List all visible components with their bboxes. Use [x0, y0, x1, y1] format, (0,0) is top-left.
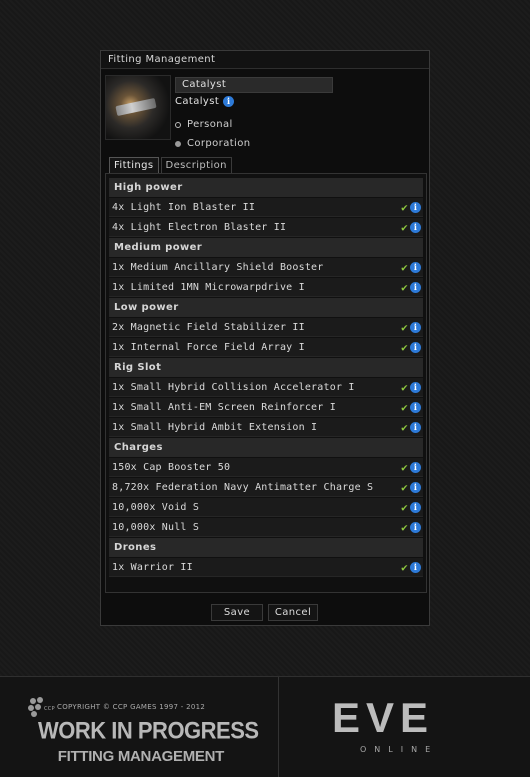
- tab-description[interactable]: Description: [160, 157, 232, 174]
- module-row[interactable]: 4x Light Ion Blaster II ✔ i: [109, 198, 423, 217]
- fitting-list[interactable]: High power 4x Light Ion Blaster II ✔ i 4x Li…: [105, 173, 427, 593]
- eve-logo: EVE: [332, 694, 435, 741]
- owner-radio-corporation[interactable]: Corporation: [175, 138, 250, 149]
- fitting-name-input[interactable]: Catalyst: [175, 77, 333, 93]
- section-header: Drones: [109, 538, 423, 557]
- info-icon[interactable]: i: [410, 222, 421, 233]
- info-icon[interactable]: i: [410, 202, 421, 213]
- footer: CCP COPYRIGHT © CCP GAMES 1997 - 2012 WO…: [0, 676, 530, 777]
- section-header: Rig Slot: [109, 358, 423, 377]
- wip-title: WORK IN PROGRESS: [38, 716, 259, 745]
- check-icon: ✔: [401, 521, 408, 534]
- module-row[interactable]: 1x Internal Force Field Array I ✔ i: [109, 338, 423, 357]
- module-label: 1x Small Hybrid Collision Accelerator I: [112, 382, 355, 393]
- owner-radio-personal[interactable]: Personal: [175, 119, 233, 130]
- check-icon: ✔: [401, 561, 408, 574]
- radio-personal-icon[interactable]: [175, 121, 181, 128]
- footer-divider: [278, 677, 279, 777]
- module-row[interactable]: 1x Small Anti-EM Screen Reinforcer I ✔ i: [109, 398, 423, 417]
- info-icon[interactable]: i: [410, 282, 421, 293]
- module-row[interactable]: 1x Small Hybrid Ambit Extension I ✔ i: [109, 418, 423, 437]
- check-icon: ✔: [401, 281, 408, 294]
- copyright-text: COPYRIGHT © CCP GAMES 1997 - 2012: [57, 703, 206, 711]
- ccp-logo-icon: CCP: [28, 697, 55, 717]
- check-icon: ✔: [401, 421, 408, 434]
- module-row[interactable]: 4x Light Electron Blaster II ✔ i: [109, 218, 423, 237]
- section-header: Low power: [109, 298, 423, 317]
- section-header: Charges: [109, 438, 423, 457]
- check-icon: ✔: [401, 401, 408, 414]
- info-icon[interactable]: i: [410, 562, 421, 573]
- check-icon: ✔: [401, 221, 408, 234]
- radio-corporation-icon[interactable]: [175, 140, 181, 147]
- check-icon: ✔: [401, 461, 408, 474]
- module-label: 4x Light Electron Blaster II: [112, 222, 287, 233]
- info-icon[interactable]: i: [410, 262, 421, 273]
- tab-bar: Fittings Description: [109, 157, 232, 174]
- module-label: 10,000x Void S: [112, 502, 200, 513]
- info-icon[interactable]: i: [410, 422, 421, 433]
- module-label: 1x Warrior II: [112, 562, 193, 573]
- info-icon[interactable]: i: [410, 482, 421, 493]
- fitting-management-window: Fitting Management Catalyst Catalyst i P…: [100, 50, 430, 626]
- info-icon[interactable]: i: [410, 522, 421, 533]
- module-row[interactable]: 8,720x Federation Navy Antimatter Charge…: [109, 478, 423, 497]
- ship-type-label: Catalyst: [175, 96, 220, 107]
- module-row[interactable]: 1x Small Hybrid Collision Accelerator I ✔…: [109, 378, 423, 397]
- info-icon[interactable]: i: [410, 462, 421, 473]
- module-row[interactable]: 2x Magnetic Field Stabilizer II ✔ i: [109, 318, 423, 337]
- window-title: Fitting Management: [101, 51, 429, 69]
- check-icon: ✔: [401, 341, 408, 354]
- copyright: CCP COPYRIGHT © CCP GAMES 1997 - 2012: [28, 697, 205, 717]
- module-label: 8,720x Federation Navy Antimatter Charge…: [112, 482, 374, 493]
- module-row[interactable]: 1x Medium Ancillary Shield Booster ✔ i: [109, 258, 423, 277]
- module-row[interactable]: 10,000x Null S ✔ i: [109, 518, 423, 537]
- eve-online-text: ONLINE: [360, 745, 439, 754]
- ship-type: Catalyst i: [175, 96, 235, 107]
- wip-subtitle: FITTING MANAGEMENT: [57, 748, 225, 765]
- ship-thumbnail: [105, 75, 171, 140]
- module-label: 150x Cap Booster 50: [112, 462, 231, 473]
- section-header: High power: [109, 178, 423, 197]
- module-label: 2x Magnetic Field Stabilizer II: [112, 322, 305, 333]
- radio-personal-label: Personal: [187, 119, 233, 130]
- module-label: 1x Internal Force Field Array I: [112, 342, 305, 353]
- check-icon: ✔: [401, 381, 408, 394]
- check-icon: ✔: [401, 261, 408, 274]
- info-icon[interactable]: i: [410, 322, 421, 333]
- module-row[interactable]: 10,000x Void S ✔ i: [109, 498, 423, 517]
- info-icon[interactable]: i: [410, 502, 421, 513]
- check-icon: ✔: [401, 481, 408, 494]
- save-button[interactable]: Save: [211, 604, 263, 621]
- section-header: Medium power: [109, 238, 423, 257]
- cancel-button[interactable]: Cancel: [268, 604, 318, 621]
- module-label: 1x Medium Ancillary Shield Booster: [112, 262, 324, 273]
- check-icon: ✔: [401, 321, 408, 334]
- check-icon: ✔: [401, 201, 408, 214]
- module-row[interactable]: 1x Limited 1MN Microwarpdrive I ✔ i: [109, 278, 423, 297]
- ship-info-icon[interactable]: i: [223, 96, 235, 107]
- tab-fittings[interactable]: Fittings: [109, 157, 159, 174]
- info-icon[interactable]: i: [410, 402, 421, 413]
- radio-corporation-label: Corporation: [187, 138, 251, 149]
- module-label: 10,000x Null S: [112, 522, 200, 533]
- ship-image: [115, 97, 157, 117]
- module-label: 1x Limited 1MN Microwarpdrive I: [112, 282, 305, 293]
- module-row[interactable]: 1x Warrior II ✔ i: [109, 558, 423, 577]
- module-label: 1x Small Anti-EM Screen Reinforcer I: [112, 402, 336, 413]
- info-icon[interactable]: i: [410, 382, 421, 393]
- info-icon[interactable]: i: [410, 342, 421, 353]
- module-row[interactable]: 150x Cap Booster 50 ✔ i: [109, 458, 423, 477]
- module-label: 4x Light Ion Blaster II: [112, 202, 256, 213]
- module-label: 1x Small Hybrid Ambit Extension I: [112, 422, 318, 433]
- check-icon: ✔: [401, 501, 408, 514]
